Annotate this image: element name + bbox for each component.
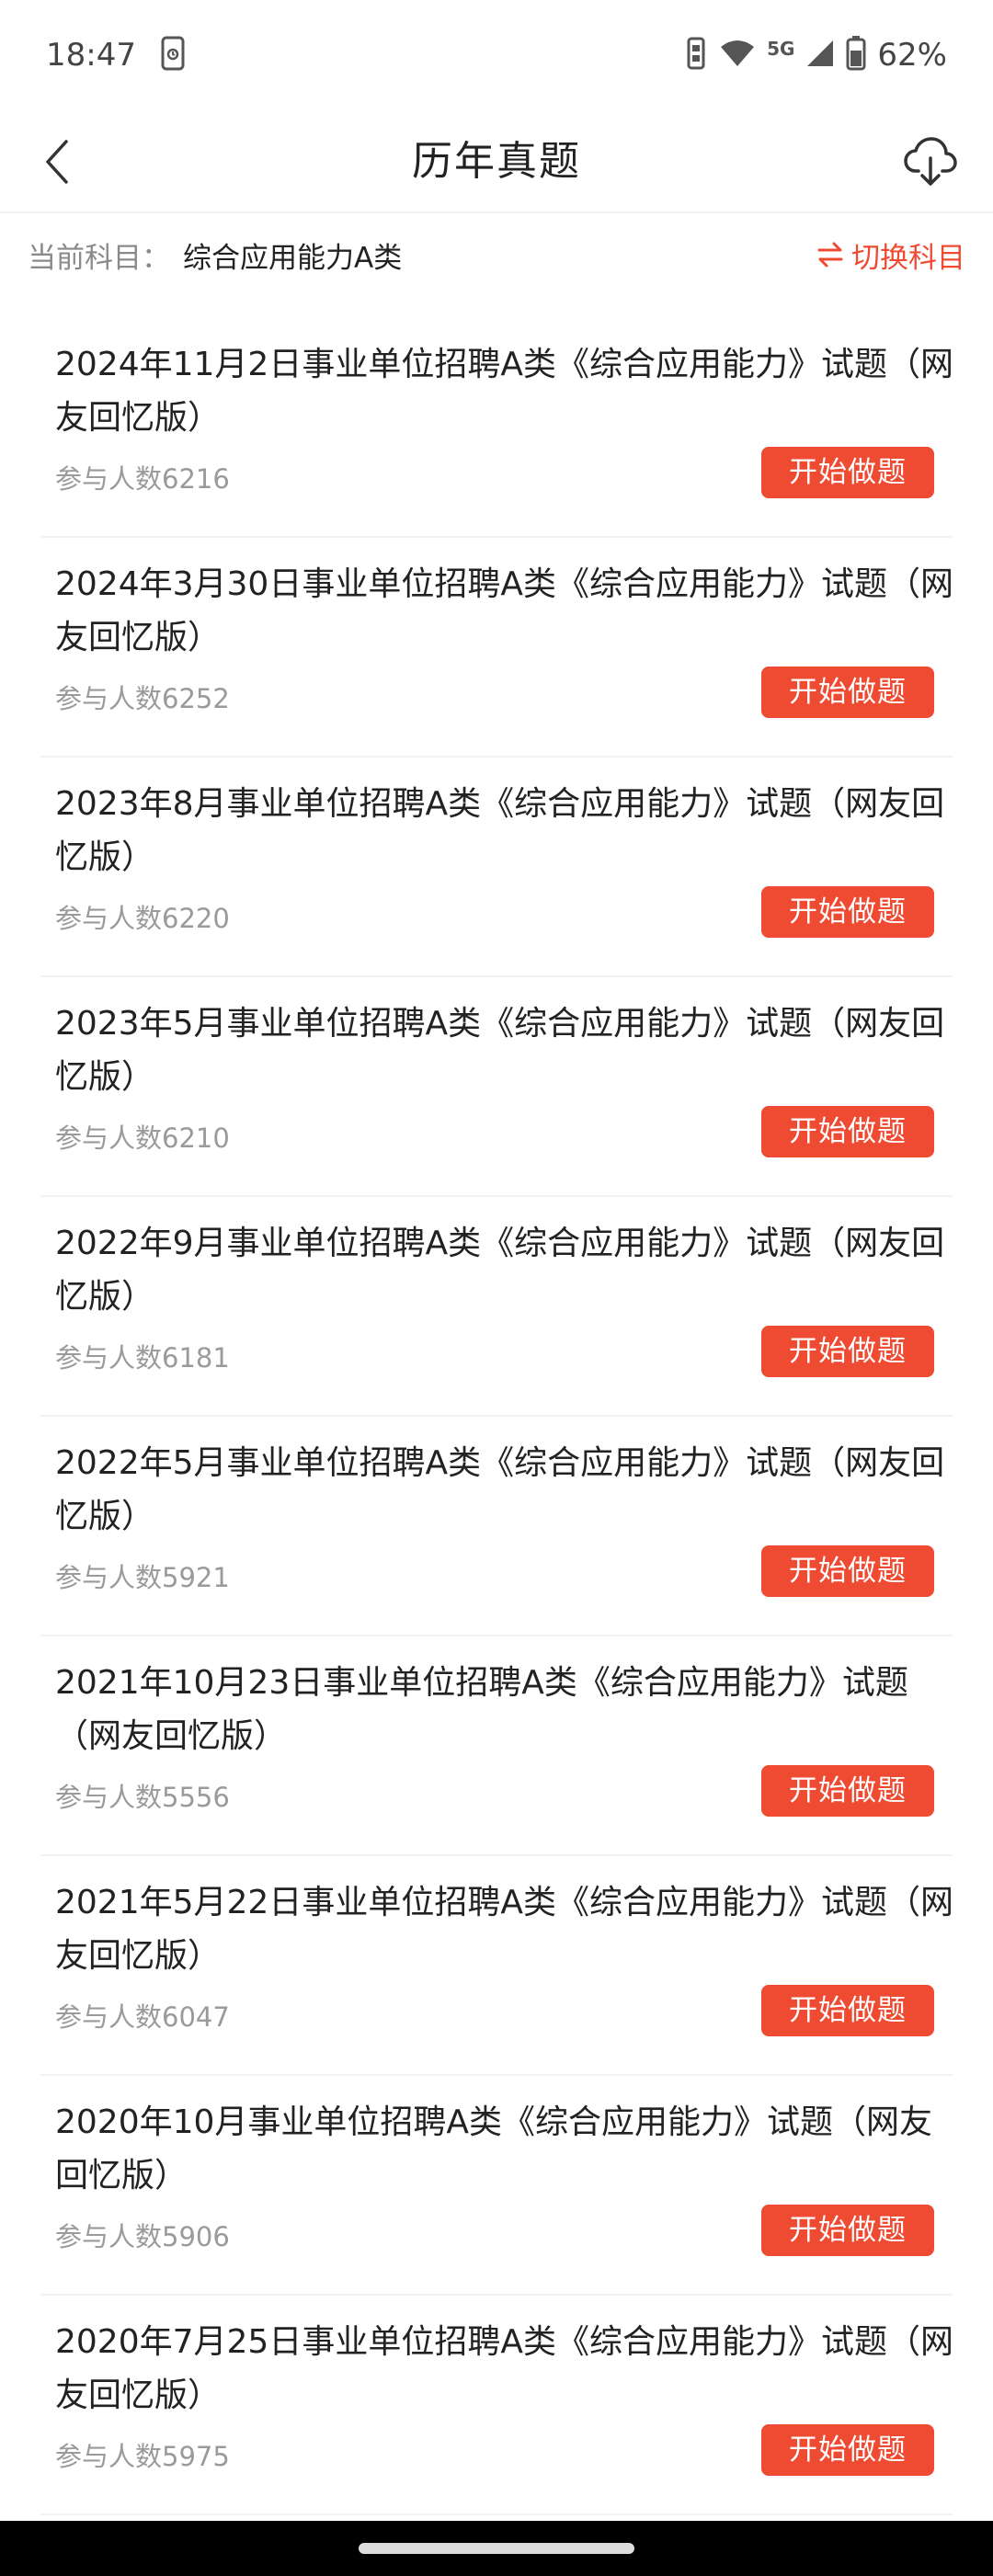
switch-subject-label: 切换科目: [851, 241, 965, 275]
start-practice-button[interactable]: 开始做题: [761, 886, 934, 938]
start-practice-button[interactable]: 开始做题: [761, 2424, 934, 2476]
vibrate-icon: [684, 37, 708, 74]
cloud-download-icon: [904, 137, 957, 186]
exam-title: 2023年8月事业单位招聘A类《综合应用能力》试题（网友回忆版）: [55, 785, 945, 876]
home-indicator[interactable]: [359, 2543, 634, 2554]
wifi-icon: [719, 39, 756, 72]
page: 18:47 5G 62% 历年真题 当前科目： 综合应用能力A类 切换科目 20…: [0, 0, 993, 2576]
system-nav-bar: [0, 2521, 993, 2576]
participant-count: 参与人数5906: [55, 2221, 230, 2252]
subject-label: 当前科目：: [28, 241, 170, 275]
exam-title: 2020年10月事业单位招聘A类《综合应用能力》试题（网友回忆版）: [55, 2103, 933, 2194]
list-item[interactable]: 2021年10月23日事业单位招聘A类《综合应用能力》试题（网友回忆版） 参与人…: [40, 1636, 953, 1856]
list-item[interactable]: 2022年5月事业单位招聘A类《综合应用能力》试题（网友回忆版） 参与人数592…: [40, 1417, 953, 1636]
participant-count: 参与人数5921: [55, 1562, 230, 1593]
status-right: 5G 62%: [684, 36, 947, 74]
download-button[interactable]: [896, 127, 965, 197]
swap-icon: [817, 242, 843, 268]
list-item[interactable]: 2020年7月25日事业单位招聘A类《综合应用能力》试题（网友回忆版） 参与人数…: [40, 2296, 953, 2515]
phone-icon: [160, 36, 188, 74]
exam-title: 2024年3月30日事业单位招聘A类《综合应用能力》试题（网友回忆版）: [55, 565, 953, 656]
list-item[interactable]: 2024年3月30日事业单位招聘A类《综合应用能力》试题（网友回忆版） 参与人数…: [40, 538, 953, 758]
start-practice-button[interactable]: 开始做题: [761, 2205, 934, 2256]
subject-bar: 当前科目： 综合应用能力A类 切换科目: [0, 215, 993, 294]
list-item[interactable]: 2023年8月事业单位招聘A类《综合应用能力》试题（网友回忆版） 参与人数622…: [40, 758, 953, 977]
participant-count: 参与人数6047: [55, 2001, 230, 2033]
participant-count: 参与人数6220: [55, 903, 230, 934]
exam-title: 2023年5月事业单位招聘A类《综合应用能力》试题（网友回忆版）: [55, 1005, 945, 1096]
start-practice-button[interactable]: 开始做题: [761, 1326, 934, 1377]
start-practice-button[interactable]: 开始做题: [761, 667, 934, 718]
exam-title: 2021年5月22日事业单位招聘A类《综合应用能力》试题（网友回忆版）: [55, 1884, 953, 1975]
battery-icon: [846, 36, 866, 74]
participant-count: 参与人数6216: [55, 463, 230, 495]
exam-title: 2020年7月25日事业单位招聘A类《综合应用能力》试题（网友回忆版）: [55, 2323, 953, 2414]
page-title: 历年真题: [412, 138, 581, 185]
start-practice-button[interactable]: 开始做题: [761, 447, 934, 498]
exam-title: 2022年9月事业单位招聘A类《综合应用能力》试题（网友回忆版）: [55, 1225, 945, 1316]
exam-title: 2021年10月23日事业单位招聘A类《综合应用能力》试题（网友回忆版）: [55, 1664, 908, 1755]
list-item[interactable]: 2023年5月事业单位招聘A类《综合应用能力》试题（网友回忆版） 参与人数621…: [40, 977, 953, 1197]
participant-count: 参与人数6210: [55, 1123, 230, 1154]
participant-count: 参与人数6252: [55, 683, 230, 714]
start-practice-button[interactable]: 开始做题: [761, 1765, 934, 1817]
list-item[interactable]: 2020年10月事业单位招聘A类《综合应用能力》试题（网友回忆版） 参与人数59…: [40, 2076, 953, 2296]
list-item[interactable]: 2021年5月22日事业单位招聘A类《综合应用能力》试题（网友回忆版） 参与人数…: [40, 1856, 953, 2076]
start-practice-button[interactable]: 开始做题: [761, 1106, 934, 1157]
exam-list: 2024年11月2日事业单位招聘A类《综合应用能力》试题（网友回忆版） 参与人数…: [0, 318, 993, 2515]
signal-icon: [805, 39, 835, 72]
participant-count: 参与人数5975: [55, 2441, 230, 2472]
start-practice-button[interactable]: 开始做题: [761, 1985, 934, 2036]
start-practice-button[interactable]: 开始做题: [761, 1545, 934, 1597]
participant-count: 参与人数5556: [55, 1782, 230, 1813]
switch-subject-button[interactable]: 切换科目: [816, 234, 965, 276]
battery-percent: 62%: [877, 37, 947, 74]
status-time: 18:47: [46, 37, 136, 74]
list-item[interactable]: 2024年11月2日事业单位招聘A类《综合应用能力》试题（网友回忆版） 参与人数…: [40, 318, 953, 538]
subject-value: 综合应用能力A类: [183, 241, 403, 275]
network-type: 5G: [767, 38, 795, 60]
status-bar: 18:47 5G 62%: [0, 0, 993, 110]
participant-count: 参与人数6181: [55, 1342, 230, 1373]
list-item[interactable]: 2022年9月事业单位招聘A类《综合应用能力》试题（网友回忆版） 参与人数618…: [40, 1197, 953, 1417]
exam-title: 2024年11月2日事业单位招聘A类《综合应用能力》试题（网友回忆版）: [55, 346, 953, 437]
app-header: 历年真题: [0, 110, 993, 213]
status-left: 18:47: [46, 36, 188, 74]
exam-title: 2022年5月事业单位招聘A类《综合应用能力》试题（网友回忆版）: [55, 1444, 945, 1535]
